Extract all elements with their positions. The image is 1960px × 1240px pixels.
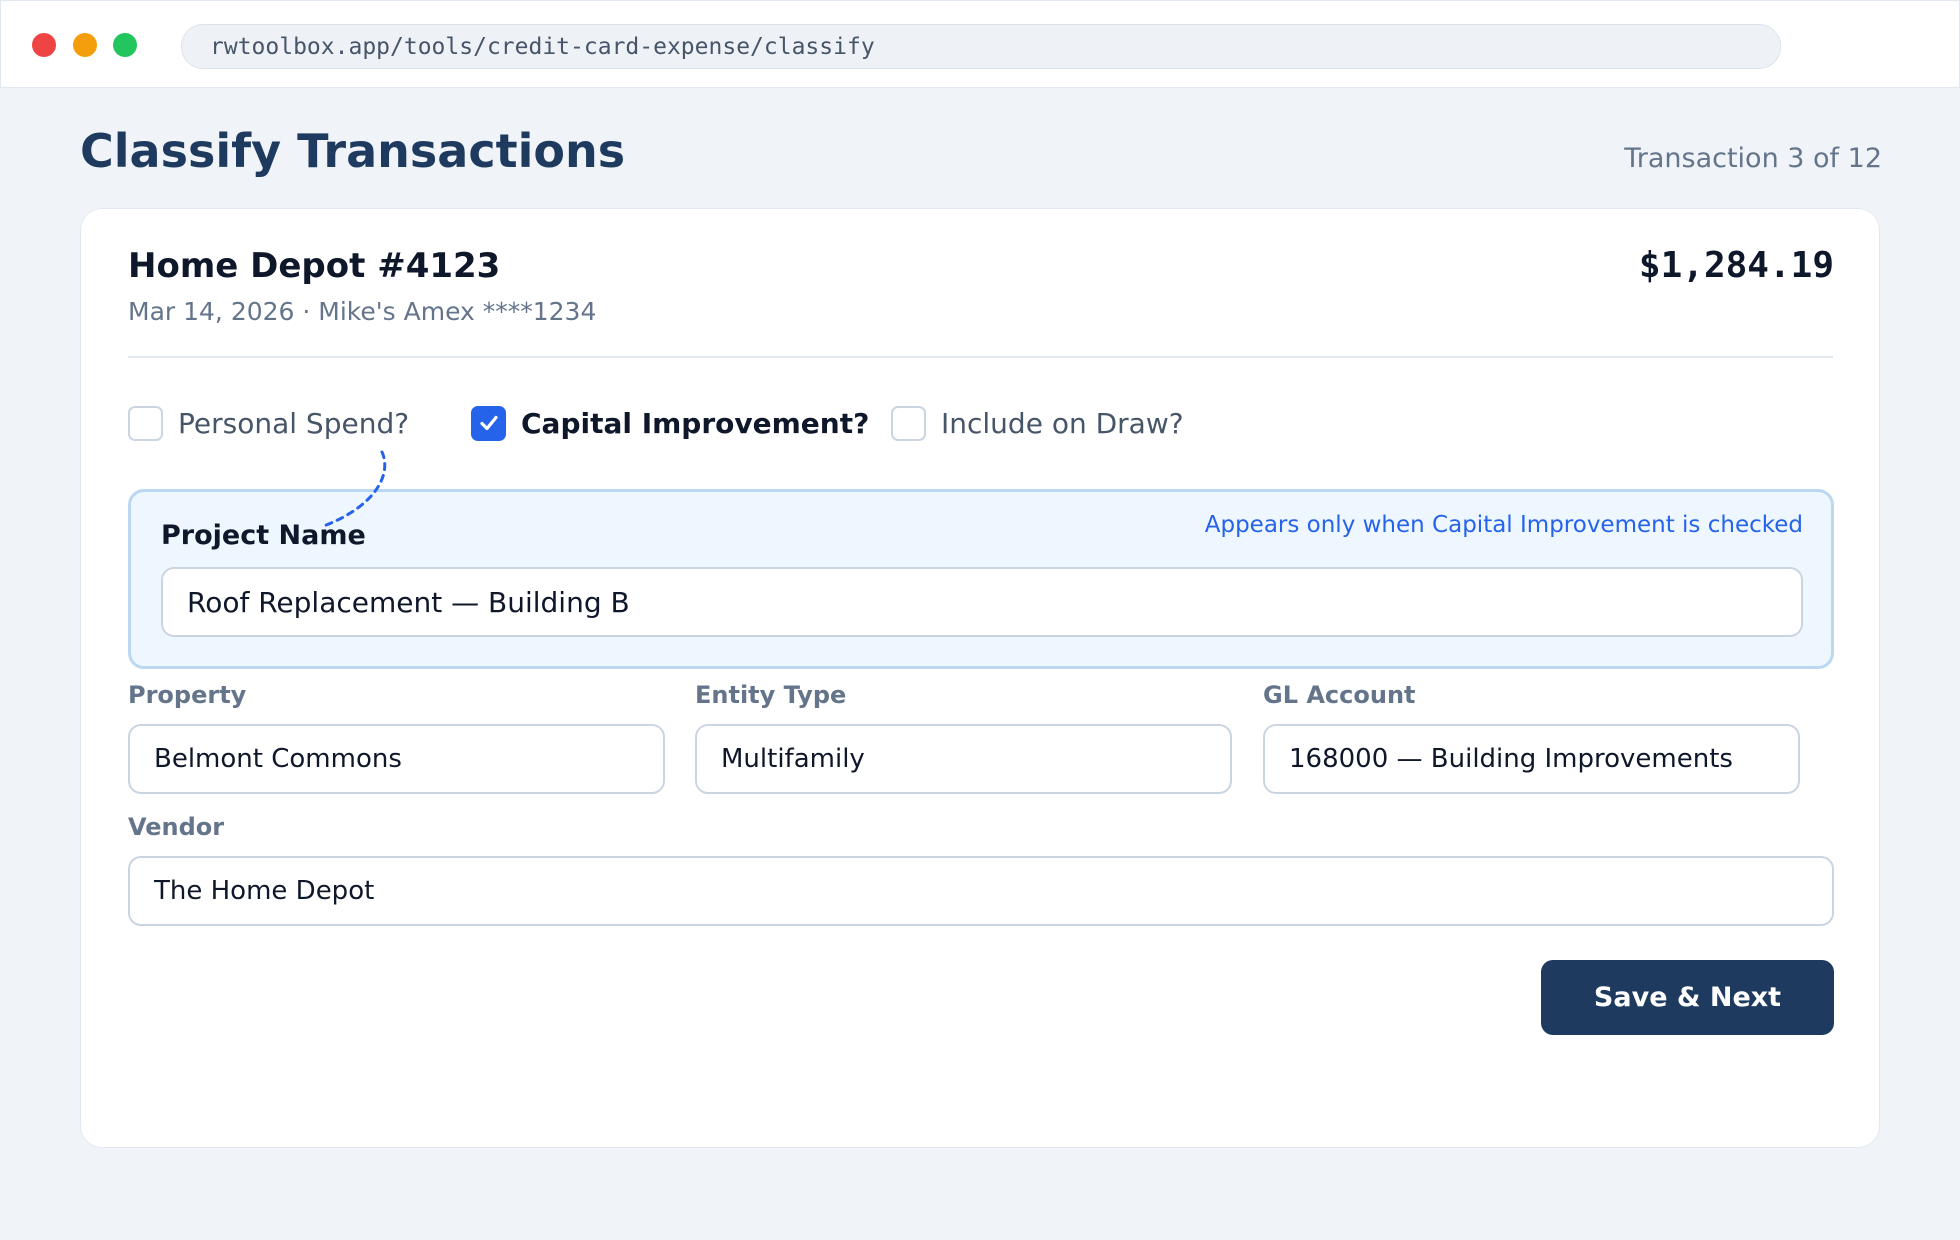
capital-improvement-label: Capital Improvement? — [521, 406, 870, 440]
gl-account-input[interactable] — [1263, 724, 1800, 794]
checkbox-box[interactable] — [471, 405, 506, 441]
property-label: Property — [128, 681, 247, 709]
transaction-counter: Transaction 3 of 12 — [1624, 143, 1882, 174]
project-name-input[interactable] — [161, 567, 1803, 637]
entity-type-input[interactable] — [695, 724, 1232, 794]
vendor-label: Vendor — [128, 813, 225, 841]
window-close-dot[interactable] — [32, 33, 56, 57]
address-bar[interactable]: rwtoolbox.app/tools/credit-card-expense/… — [181, 24, 1781, 69]
project-name-label: Project Name — [161, 520, 366, 551]
entity-type-label: Entity Type — [695, 681, 847, 709]
checkbox-box[interactable] — [891, 405, 926, 441]
save-and-next-button[interactable]: Save & Next — [1541, 960, 1834, 1035]
merchant-name: Home Depot #4123 — [128, 246, 501, 286]
transaction-meta: Mar 14, 2026 · Mike's Amex ****1234 — [128, 297, 597, 326]
browser-bar: rwtoolbox.app/tools/credit-card-expense/… — [0, 0, 1960, 88]
checkbox-box[interactable] — [128, 405, 163, 441]
checkmark-icon — [479, 415, 498, 431]
personal-spend-label: Personal Spend? — [178, 406, 410, 440]
window-minimize-dot[interactable] — [73, 33, 97, 57]
include-on-draw-checkbox[interactable]: Include on Draw? — [891, 405, 1184, 441]
include-on-draw-label: Include on Draw? — [941, 406, 1184, 440]
transaction-amount: $1,284.19 — [1638, 245, 1834, 286]
gl-account-label: GL Account — [1263, 681, 1416, 709]
divider — [128, 356, 1833, 358]
personal-spend-checkbox[interactable]: Personal Spend? — [128, 405, 409, 441]
vendor-input[interactable] — [128, 856, 1834, 926]
transaction-card: Home Depot #4123 Mar 14, 2026 · Mike's A… — [80, 208, 1880, 1148]
address-bar-url: rwtoolbox.app/tools/credit-card-expense/… — [210, 33, 875, 60]
project-name-panel: Project Name Appears only when Capital I… — [128, 489, 1834, 669]
window-maximize-dot[interactable] — [113, 33, 137, 57]
capital-improvement-checkbox[interactable]: Capital Improvement? — [471, 405, 869, 441]
conditional-field-hint: Appears only when Capital Improvement is… — [1204, 512, 1803, 538]
property-input[interactable] — [128, 724, 665, 794]
page-title: Classify Transactions — [80, 124, 626, 178]
